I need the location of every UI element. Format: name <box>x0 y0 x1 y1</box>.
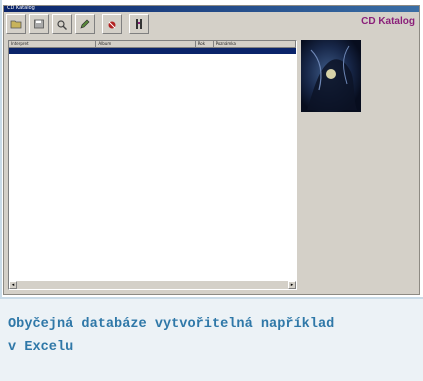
delete-button[interactable] <box>102 14 122 34</box>
album-cover-image <box>301 40 361 112</box>
title-bar[interactable]: CD Katalog <box>4 5 419 12</box>
search-icon <box>57 19 67 30</box>
figure-caption: Obyčejná databáze vytvořitelná například… <box>8 313 408 359</box>
edit-button[interactable] <box>75 14 95 34</box>
caption-line-2: v Excelu <box>8 340 74 355</box>
app-title: CD Katalog <box>361 16 415 27</box>
cell-year <box>196 48 214 54</box>
save-icon <box>34 19 44 29</box>
cell-album <box>96 48 195 54</box>
column-header-interpret[interactable]: Interpret <box>9 41 97 47</box>
album-cover-art <box>301 40 361 112</box>
scroll-left-button[interactable]: ◂ <box>9 281 17 289</box>
info-button[interactable] <box>129 14 149 34</box>
toolbar <box>6 14 149 36</box>
horizontal-scrollbar[interactable]: ◂ ▸ <box>9 280 296 289</box>
table-row[interactable] <box>9 48 296 54</box>
caption-rule <box>0 297 423 299</box>
column-header-year[interactable]: Rok <box>196 41 214 47</box>
screenshot-frame: CD Katalog CD Katalog Interpret Album Ro… <box>0 0 423 381</box>
scroll-right-button[interactable]: ▸ <box>288 281 296 289</box>
edit-icon <box>80 19 90 29</box>
save-button[interactable] <box>29 14 49 34</box>
delete-icon <box>108 21 116 28</box>
info-icon <box>136 19 142 29</box>
open-folder-icon <box>10 20 22 29</box>
list-header: Interpret Album Rok Poznámka <box>9 41 296 48</box>
column-header-note[interactable]: Poznámka <box>214 41 296 47</box>
open-folder-button[interactable] <box>6 14 26 34</box>
title-bar-text: CD Katalog <box>7 5 35 11</box>
column-header-album[interactable]: Album <box>96 41 196 47</box>
cell-note <box>214 48 296 54</box>
cd-list[interactable]: Interpret Album Rok Poznámka ◂ ▸ <box>8 40 297 290</box>
cell-interpret <box>9 48 96 54</box>
search-button[interactable] <box>52 14 72 34</box>
caption-line-1: Obyčejná databáze vytvořitelná například <box>8 317 335 332</box>
app-window: CD Katalog CD Katalog Interpret Album Ro… <box>3 5 420 295</box>
